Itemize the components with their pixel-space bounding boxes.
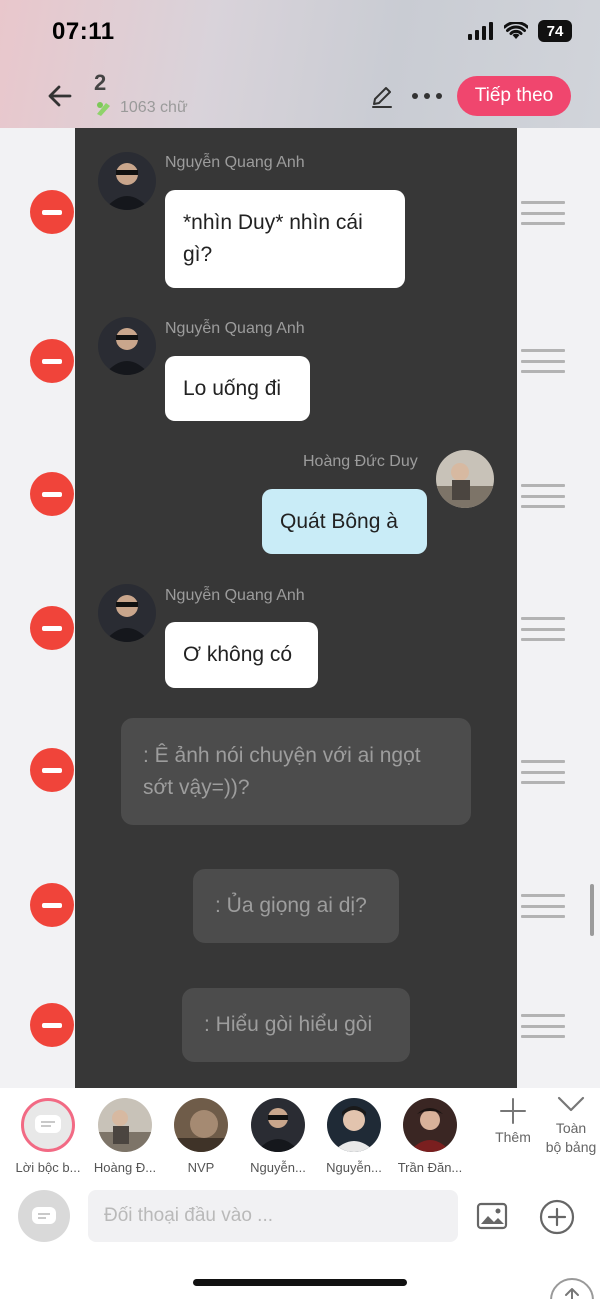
narration-bubble[interactable]: : Ủa giọng ai dị? [193,869,399,943]
character-name: Hoàng Đ... [93,1160,157,1175]
avatar [251,1098,305,1152]
avatar [98,317,156,375]
drag-handle-icon[interactable] [521,201,565,225]
back-arrow-icon[interactable] [44,80,76,112]
avatar [436,450,494,508]
remove-message-button[interactable] [30,883,74,927]
message-bubble[interactable]: *nhìn Duy* nhìn cái gì? [165,190,405,288]
drag-handle-icon[interactable] [521,894,565,918]
speech-bubble-icon [32,1207,56,1224]
character-item[interactable]: Trần Đăn... [392,1098,468,1175]
sender-name: Nguyễn Quang Anh [165,320,305,337]
character-item[interactable]: NVP [163,1098,239,1175]
home-indicator [193,1279,407,1286]
status-time: 07:11 [52,18,115,45]
character-item[interactable]: Nguyễn... [316,1098,392,1175]
scrollbar[interactable] [590,884,594,936]
add-circle-icon[interactable] [538,1198,576,1236]
remove-message-button[interactable] [30,339,74,383]
pencil-leaf-icon [97,102,110,116]
drag-handle-icon[interactable] [521,484,565,508]
remove-message-button[interactable] [30,190,74,234]
input-row [0,1180,600,1299]
more-options-icon[interactable] [410,82,444,110]
chapter-number: 2 [94,70,107,95]
word-count: 1063 chữ [94,99,188,117]
message-bubble[interactable]: Quát Bông à [262,489,427,554]
avatar [327,1098,381,1152]
drag-handle-icon[interactable] [521,1014,565,1038]
show-all-label-line1: Toàn [555,1120,587,1136]
status-icons: 74 [468,20,572,42]
narration-bubble[interactable]: : Ê ảnh nói chuyện với ai ngọt sớt vậy=)… [121,718,471,825]
battery-indicator: 74 [538,20,572,42]
drag-handle-icon[interactable] [521,760,565,784]
chevron-down-icon [557,1096,585,1112]
top-bar: 07:11 74 2 1063 chữ Tiếp theo [0,0,600,128]
drag-handle-icon[interactable] [521,349,565,373]
next-button[interactable]: Tiếp theo [457,76,571,116]
character-name: Nguyễn... [326,1160,382,1175]
character-name: Nguyễn... [250,1160,306,1175]
character-name: Lời bộc b... [15,1160,81,1175]
image-icon[interactable] [476,1200,508,1232]
word-count-text: 1063 chữ [120,99,188,116]
narrator-avatar [21,1098,75,1152]
sender-name: Nguyễn Quang Anh [165,154,305,171]
sender-name: Nguyễn Quang Anh [165,587,305,604]
arrow-up-icon [565,1288,579,1299]
drag-handle-icon[interactable] [521,617,565,641]
speech-bubble-icon [35,1115,61,1133]
scroll-up-button[interactable] [550,1278,594,1299]
character-item[interactable]: Nguyễn... [240,1098,316,1175]
avatar [174,1098,228,1152]
dialogue-input[interactable] [88,1190,458,1242]
message-bubble[interactable]: Ơ không có [165,622,318,688]
character-narrator[interactable]: Lời bộc b... [10,1098,86,1175]
add-label: Thêm [495,1129,531,1145]
character-name: Trần Đăn... [397,1160,463,1175]
character-item[interactable]: Hoàng Đ... [87,1098,163,1175]
avatar [98,152,156,210]
remove-message-button[interactable] [30,1003,74,1047]
avatar [403,1098,457,1152]
signal-icon [468,22,493,40]
plus-icon [500,1098,526,1124]
remove-message-button[interactable] [30,472,74,516]
edit-pencil-icon[interactable] [368,82,396,110]
character-name: NVP [187,1160,215,1175]
show-all-label-line2: bộ bảng [545,1139,597,1155]
character-bar: Lời bộc b... Hoàng Đ... NVP Nguyễn... Ng… [0,1088,600,1180]
wifi-icon [504,22,528,39]
narration-bubble[interactable]: : Hiểu gòi hiểu gòi [182,988,410,1062]
remove-message-button[interactable] [30,748,74,792]
message-type-toggle[interactable] [18,1190,70,1242]
avatar [98,584,156,642]
avatar [98,1098,152,1152]
remove-message-button[interactable] [30,606,74,650]
message-bubble[interactable]: Lo uống đi [165,356,310,421]
sender-name: Hoàng Đức Duy [303,453,418,470]
show-all-button[interactable]: Toàn bộ bảng [541,1094,600,1157]
add-character-button[interactable]: Thêm [488,1096,538,1145]
